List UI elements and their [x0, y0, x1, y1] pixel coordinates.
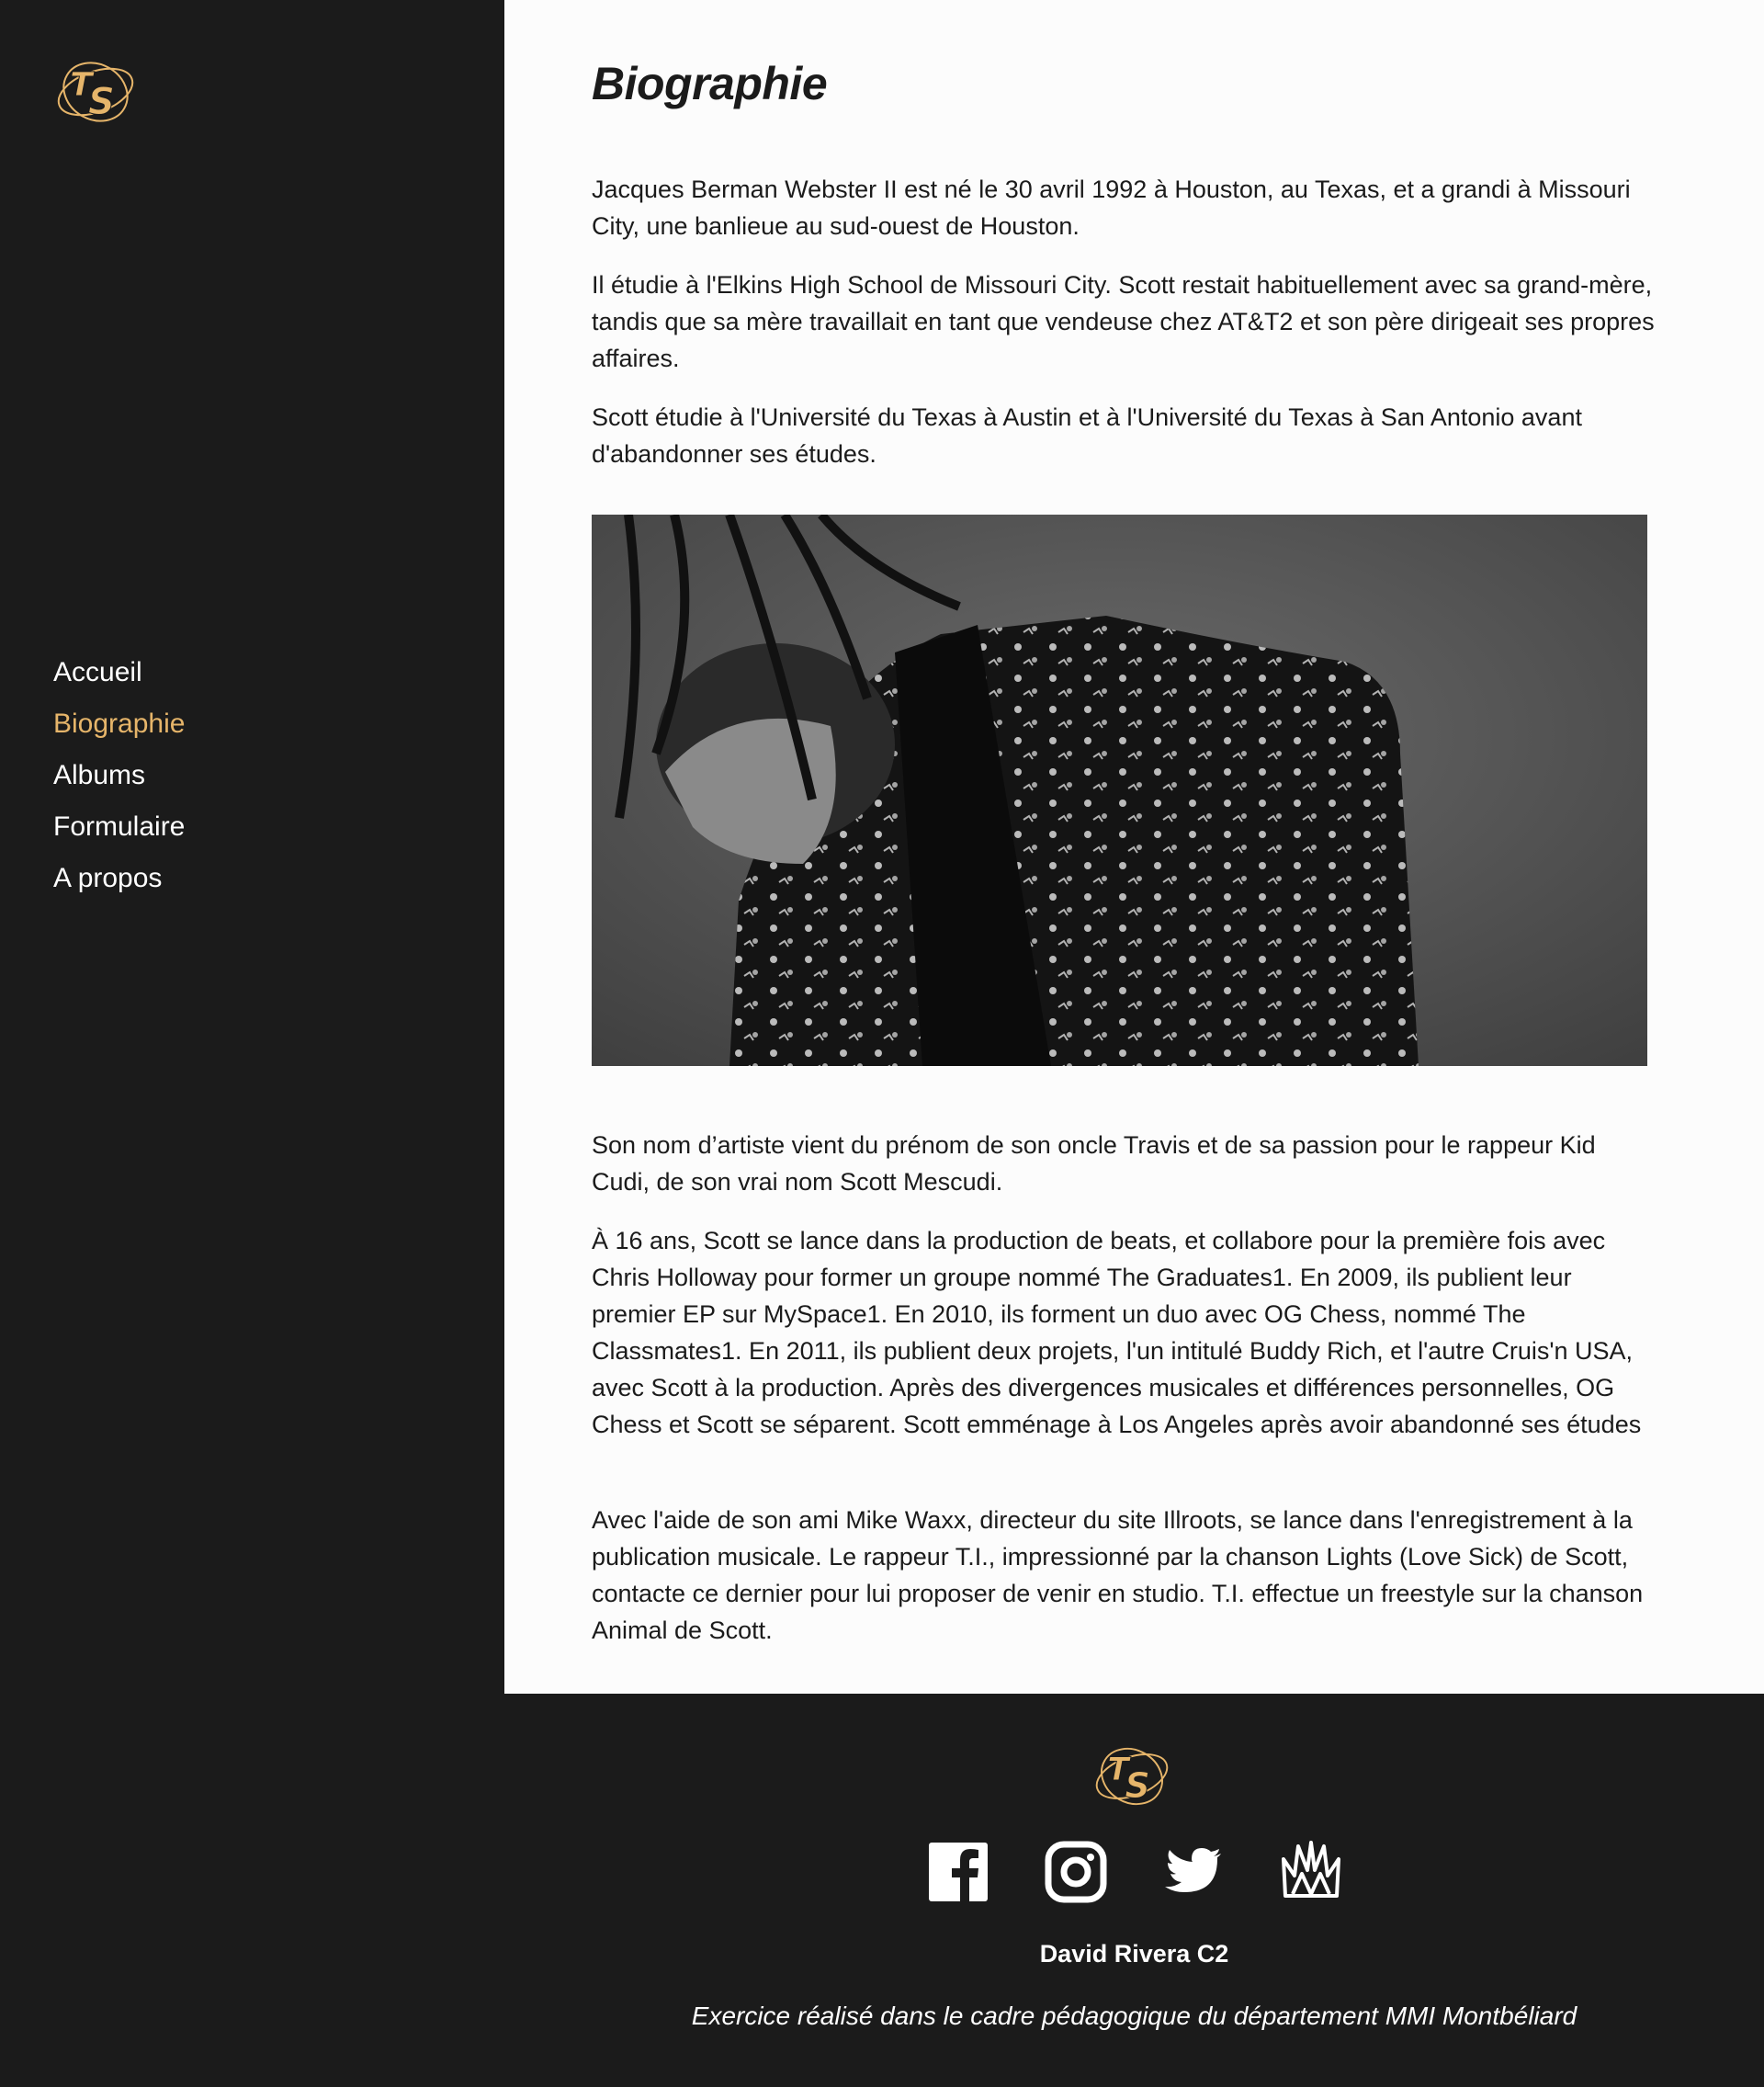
- sidebar: T S Accueil Biographie Albums Formulaire…: [0, 0, 504, 2087]
- bio-paragraph-early-career: À 16 ans, Scott se lance dans la product…: [592, 1227, 1642, 1438]
- main-content: Biographie Jacques Berman Webster II est…: [504, 0, 1764, 1694]
- facebook-icon[interactable]: [927, 1841, 989, 1903]
- footer: T S David Rivera C2 Exercice réalisé dan…: [504, 1694, 1764, 2087]
- nav-item-accueil[interactable]: Accueil: [53, 647, 185, 698]
- nav-item-formulaire[interactable]: Formulaire: [53, 801, 185, 853]
- instagram-icon[interactable]: [1045, 1841, 1107, 1903]
- nav-item-biographie[interactable]: Biographie: [53, 698, 185, 750]
- footer-note: Exercice réalisé dans le cadre pédagogiq…: [691, 2002, 1577, 2030]
- nav-item-albums[interactable]: Albums: [53, 750, 185, 801]
- artist-photo: [592, 515, 1647, 1066]
- svg-text:S: S: [88, 81, 115, 123]
- bio-paragraph-ti-discovery: Avec l'aide de son ami Mike Waxx, direct…: [592, 1506, 1644, 1644]
- nav-item-a-propos[interactable]: A propos: [53, 853, 185, 904]
- twitter-icon[interactable]: [1162, 1841, 1225, 1903]
- page-title: Biographie: [592, 58, 828, 109]
- social-links: [504, 1841, 1764, 1903]
- author-name: David Rivera C2: [1039, 1940, 1229, 1968]
- bio-paragraph-birth: Jacques Berman Webster II est né le 30 a…: [592, 176, 1631, 240]
- bio-paragraph-name-origin: Son nom d’artiste vient du prénom de son…: [592, 1131, 1596, 1196]
- ts-logo-icon[interactable]: T S: [53, 53, 138, 130]
- main-nav: Accueil Biographie Albums Formulaire A p…: [53, 647, 185, 904]
- ts-logo-footer-icon[interactable]: T S: [1091, 1740, 1173, 1813]
- astroworld-icon[interactable]: [1280, 1841, 1342, 1903]
- bio-paragraph-school: Il étudie à l'Elkins High School de Miss…: [592, 271, 1655, 372]
- bio-paragraph-university: Scott étudie à l'Université du Texas à A…: [592, 403, 1582, 468]
- svg-text:S: S: [1125, 1765, 1149, 1806]
- artist-portrait-image: [592, 515, 1647, 1066]
